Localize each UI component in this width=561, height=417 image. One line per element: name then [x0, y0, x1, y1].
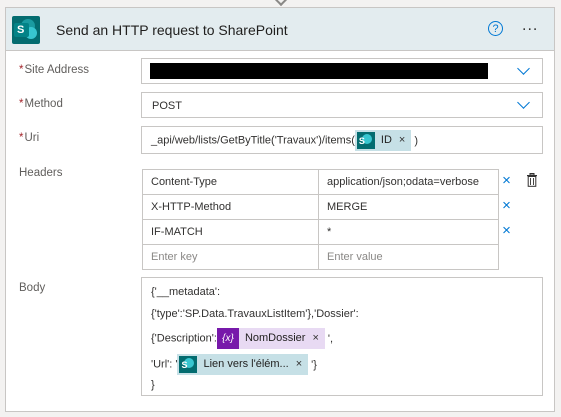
body-line: {'Description': {x} NomDossier × ', — [151, 328, 333, 349]
body-label: Body — [19, 282, 46, 294]
method-value: POST — [152, 100, 182, 112]
headers-label: Headers — [19, 167, 63, 179]
trash-icon[interactable] — [526, 173, 538, 187]
header-value-input[interactable]: * — [318, 219, 499, 245]
uri-prefix: _api/web/lists/GetByTitle('Travaux')/ite… — [151, 134, 355, 147]
body-line: {'__metadata': — [151, 286, 221, 298]
required-mark: * — [19, 64, 24, 76]
header-value-input[interactable]: application/json;odata=verbose — [318, 169, 499, 195]
headers-table: Content-Type application/json;odata=verb… — [142, 169, 499, 270]
site-address-label: *Site Address — [19, 64, 90, 76]
variable-icon: {x} — [216, 328, 239, 349]
flow-connector-arrow — [273, 0, 289, 7]
header-row: Content-Type application/json;odata=verb… — [142, 169, 499, 195]
method-dropdown[interactable]: POST — [141, 92, 543, 118]
sharepoint-icon: S — [12, 16, 40, 44]
remove-header-icon[interactable]: × — [500, 173, 513, 188]
redacted-site-address — [150, 63, 488, 79]
uri-input[interactable]: _api/web/lists/GetByTitle('Travaux')/ite… — [141, 126, 543, 154]
more-options-icon[interactable]: ... — [522, 17, 538, 35]
action-header[interactable]: S Send an HTTP request to SharePoint ? .… — [6, 8, 554, 51]
id-token[interactable]: S ID × — [354, 130, 412, 151]
remove-token-icon[interactable]: × — [296, 358, 302, 370]
header-value-placeholder[interactable]: Enter value — [318, 244, 499, 270]
uri-suffix: ) — [414, 134, 418, 147]
sharepoint-icon: S — [179, 356, 198, 373]
header-row: X-HTTP-Method MERGE — [142, 194, 499, 220]
uri-label: *Uri — [19, 132, 40, 144]
action-card: S Send an HTTP request to SharePoint ? .… — [5, 7, 555, 412]
required-mark: * — [19, 98, 24, 110]
method-label: *Method — [19, 98, 63, 110]
required-mark: * — [19, 132, 24, 144]
header-row: IF-MATCH * — [142, 219, 499, 245]
body-line: 'Url': ' S Lien vers l'élém... × '} — [151, 354, 317, 375]
header-row-empty: Enter key Enter value — [142, 244, 499, 270]
remove-token-icon[interactable]: × — [312, 332, 318, 344]
header-value-input[interactable]: MERGE — [318, 194, 499, 220]
chevron-down-icon[interactable] — [517, 96, 530, 109]
chevron-down-icon[interactable] — [517, 62, 530, 75]
header-key-input[interactable]: X-HTTP-Method — [142, 194, 319, 220]
body-line: } — [151, 379, 155, 391]
action-title[interactable]: Send an HTTP request to SharePoint — [56, 22, 288, 38]
header-key-input[interactable]: IF-MATCH — [142, 219, 319, 245]
site-address-dropdown[interactable] — [141, 58, 543, 84]
link-token[interactable]: S Lien vers l'élém... × — [177, 354, 309, 375]
header-key-placeholder[interactable]: Enter key — [142, 244, 319, 270]
remove-token-icon[interactable]: × — [399, 134, 405, 146]
nomdossier-token[interactable]: {x} NomDossier × — [216, 328, 325, 349]
help-icon[interactable]: ? — [488, 21, 503, 36]
body-editor[interactable]: {'__metadata': {'type':'SP.Data.TravauxL… — [141, 277, 543, 396]
remove-header-icon[interactable]: × — [500, 198, 513, 213]
remove-header-icon[interactable]: × — [500, 223, 513, 238]
body-line: {'type':'SP.Data.TravauxListItem'},'Doss… — [151, 308, 359, 320]
sharepoint-icon: S — [356, 132, 375, 149]
header-key-input[interactable]: Content-Type — [142, 169, 319, 195]
